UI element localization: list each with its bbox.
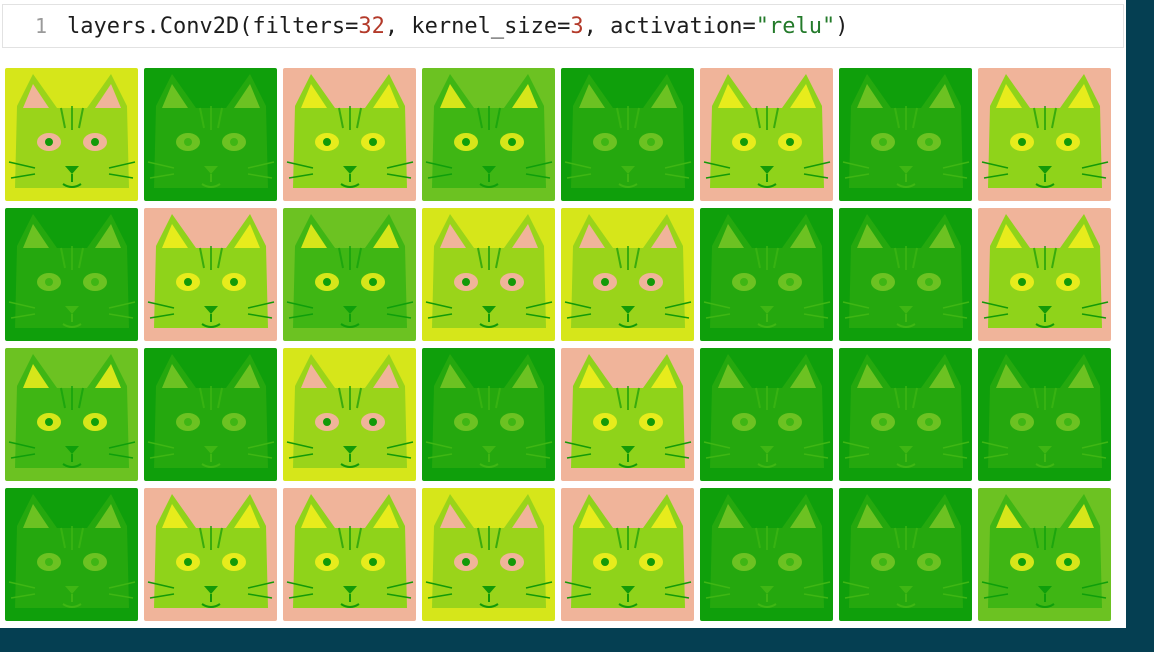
- cat-feature-map: [700, 68, 833, 201]
- activation-value: "relu": [755, 13, 836, 39]
- code-suffix: ): [835, 13, 849, 39]
- feature-map-tile: [144, 68, 277, 201]
- feature-map-tile: [5, 488, 138, 621]
- cat-feature-map: [561, 488, 694, 621]
- cat-feature-map: [700, 348, 833, 481]
- feature-map-tile: [561, 348, 694, 481]
- cat-feature-map: [422, 488, 555, 621]
- feature-map-tile: [978, 488, 1111, 621]
- feature-map-grid: [5, 68, 1111, 621]
- output-panel: 1 layers.Conv2D(filters=32, kernel_size=…: [0, 0, 1126, 628]
- feature-map-tile: [978, 68, 1111, 201]
- feature-map-tile: [700, 68, 833, 201]
- feature-map-tile: [700, 208, 833, 341]
- feature-map-tile: [561, 208, 694, 341]
- feature-map-tile: [700, 488, 833, 621]
- cat-feature-map: [5, 488, 138, 621]
- cat-feature-map: [978, 208, 1111, 341]
- cat-feature-map: [561, 208, 694, 341]
- cat-feature-map: [283, 68, 416, 201]
- cat-feature-map: [144, 208, 277, 341]
- cat-feature-map: [839, 208, 972, 341]
- feature-map-tile: [144, 208, 277, 341]
- cat-feature-map: [978, 68, 1111, 201]
- cat-feature-map: [422, 348, 555, 481]
- cat-feature-map: [839, 348, 972, 481]
- feature-map-tile: [283, 208, 416, 341]
- code-line: layers.Conv2D(filters=32, kernel_size=3,…: [67, 14, 849, 39]
- feature-map-tile: [5, 68, 138, 201]
- feature-map-tile: [283, 348, 416, 481]
- feature-map-tile: [422, 488, 555, 621]
- cat-feature-map: [561, 68, 694, 201]
- cat-feature-map: [283, 348, 416, 481]
- feature-map-tile: [144, 488, 277, 621]
- feature-map-tile: [5, 348, 138, 481]
- feature-map-tile: [700, 348, 833, 481]
- feature-map-tile: [978, 348, 1111, 481]
- feature-map-tile: [422, 68, 555, 201]
- line-number: 1: [34, 14, 47, 38]
- feature-map-tile: [839, 68, 972, 201]
- cat-feature-map: [700, 208, 833, 341]
- cat-feature-map: [561, 348, 694, 481]
- feature-map-tile: [283, 68, 416, 201]
- feature-map-tile: [5, 208, 138, 341]
- cat-feature-map: [422, 208, 555, 341]
- feature-map-tile: [422, 208, 555, 341]
- feature-map-tile: [978, 208, 1111, 341]
- cat-feature-map: [283, 208, 416, 341]
- cat-feature-map: [5, 208, 138, 341]
- feature-map-tile: [839, 488, 972, 621]
- feature-map-tile: [561, 68, 694, 201]
- cat-feature-map: [144, 488, 277, 621]
- cat-feature-map: [144, 68, 277, 201]
- code-prefix: layers.Conv2D(filters=: [67, 13, 359, 39]
- feature-map-tile: [839, 208, 972, 341]
- feature-map-tile: [144, 348, 277, 481]
- cat-feature-map: [5, 68, 138, 201]
- cat-feature-map: [283, 488, 416, 621]
- filters-value: 32: [358, 13, 385, 39]
- cat-feature-map: [978, 348, 1111, 481]
- feature-map-tile: [561, 488, 694, 621]
- kernel-size-value: 3: [570, 13, 584, 39]
- cat-feature-map: [839, 488, 972, 621]
- code-mid1: , kernel_size=: [384, 13, 571, 39]
- feature-map-tile: [283, 488, 416, 621]
- cat-feature-map: [422, 68, 555, 201]
- cat-feature-map: [5, 348, 138, 481]
- feature-map-tile: [839, 348, 972, 481]
- cat-feature-map: [839, 68, 972, 201]
- code-cell[interactable]: 1 layers.Conv2D(filters=32, kernel_size=…: [2, 4, 1124, 48]
- code-mid2: , activation=: [583, 13, 756, 39]
- cat-feature-map: [144, 348, 277, 481]
- cat-feature-map: [978, 488, 1111, 621]
- feature-map-tile: [422, 348, 555, 481]
- cat-feature-map: [700, 488, 833, 621]
